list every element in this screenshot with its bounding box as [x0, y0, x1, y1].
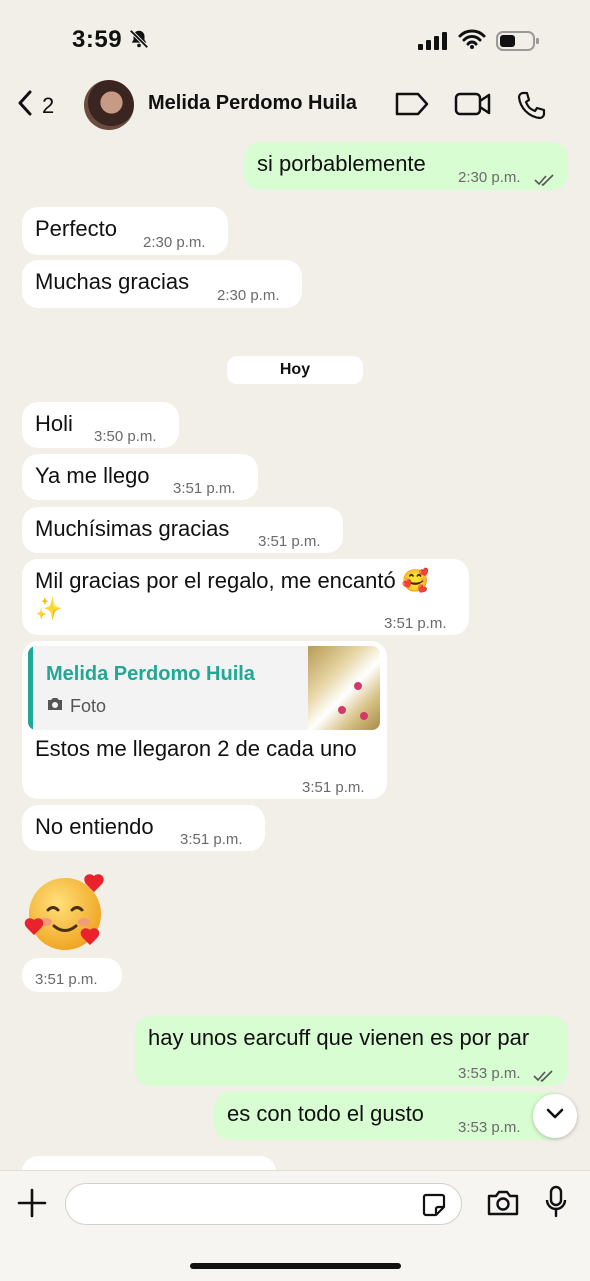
- message-time: 3:53 p.m.: [458, 1065, 521, 1082]
- message-incoming[interactable]: Holi 3:50 p.m.: [22, 402, 179, 448]
- battery-icon: [496, 30, 540, 57]
- camera-icon[interactable]: [486, 1189, 520, 1222]
- message-time: 3:51 p.m.: [258, 533, 321, 550]
- phone-icon[interactable]: [516, 90, 546, 125]
- quoted-message[interactable]: Melida Perdomo Huila Foto: [28, 646, 380, 730]
- message-incoming[interactable]: Mil gracias por el regalo, me encantó 🥰 …: [22, 559, 469, 635]
- avatar[interactable]: [84, 80, 134, 130]
- message-time: 3:51 p.m.: [35, 971, 98, 988]
- wifi-icon: [458, 28, 486, 55]
- thumbnail-detail: [360, 712, 368, 720]
- microphone-icon[interactable]: [544, 1185, 568, 1224]
- chevron-down-icon: [545, 1107, 565, 1126]
- back-button[interactable]: 2: [16, 90, 54, 122]
- message-incoming[interactable]: Muchísimas gracias 3:51 p.m.: [22, 507, 343, 553]
- message-outgoing[interactable]: si porbablemente 2:30 p.m.: [244, 142, 568, 190]
- message-text: Ya me llego: [35, 463, 150, 488]
- message-text: si porbablemente: [257, 151, 426, 176]
- quote-bar: [28, 646, 33, 730]
- double-check-icon: [533, 1062, 555, 1090]
- chat-header: 2 Melida Perdomo Huila: [0, 80, 590, 130]
- double-check-icon: [534, 166, 556, 194]
- message-time: 3:51 p.m.: [180, 831, 243, 848]
- quote-author: Melida Perdomo Huila: [46, 663, 255, 685]
- message-outgoing[interactable]: hay unos earcuff que vienen es por par 3…: [135, 1016, 568, 1086]
- message-text: hay unos earcuff que vienen es por par: [148, 1025, 530, 1050]
- message-text: Muchas gracias: [35, 269, 190, 294]
- unread-count: 2: [42, 93, 55, 118]
- message-text: es con todo el gusto: [227, 1101, 424, 1126]
- back-chevron-icon: [16, 90, 34, 122]
- status-bar: 3:59: [0, 0, 590, 80]
- day-separator: Hoy: [227, 356, 363, 384]
- message-incoming-partial[interactable]: [22, 1156, 276, 1170]
- message-time: 2:30 p.m.: [217, 287, 280, 304]
- message-incoming[interactable]: Muchas gracias 2:30 p.m.: [22, 260, 302, 308]
- message-time-bubble: 3:51 p.m.: [22, 958, 122, 992]
- bell-slash-icon: [128, 28, 150, 55]
- message-time: 3:51 p.m.: [384, 615, 447, 632]
- photo-thumbnail[interactable]: [308, 646, 380, 730]
- message-outgoing[interactable]: es con todo el gusto 3:53 p.m.: [214, 1092, 568, 1140]
- plus-icon[interactable]: [16, 1187, 48, 1224]
- message-incoming[interactable]: Ya me llego 3:51 p.m.: [22, 454, 258, 500]
- chat-area[interactable]: si porbablemente 2:30 p.m. Perfecto 2:30…: [0, 130, 590, 1170]
- message-text: Holi: [35, 411, 73, 436]
- video-call-icon[interactable]: [454, 90, 492, 123]
- message-text: Perfecto: [35, 216, 117, 241]
- message-time: 2:30 p.m.: [143, 234, 206, 251]
- quote-type: Foto: [46, 692, 106, 720]
- message-reply[interactable]: Melida Perdomo Huila Foto Estos me llega…: [22, 641, 387, 799]
- message-incoming[interactable]: No entiendo 3:51 p.m.: [22, 805, 265, 851]
- message-time: 2:30 p.m.: [458, 169, 521, 186]
- scroll-to-bottom-button[interactable]: [533, 1094, 577, 1138]
- sparkles-emoji: ✨: [35, 596, 63, 621]
- camera-icon: [46, 692, 64, 720]
- message-text: Mil gracias por el regalo, me encantó 🥰: [35, 568, 430, 593]
- status-time: 3:59: [72, 26, 123, 53]
- message-time: 3:50 p.m.: [94, 428, 157, 445]
- thumbnail-detail: [338, 706, 346, 714]
- smiling-face-hearts-emoji[interactable]: [22, 872, 112, 962]
- message-text: Muchísimas gracias: [35, 516, 230, 541]
- message-text: No entiendo: [35, 814, 154, 839]
- message-time: 3:51 p.m.: [173, 480, 236, 497]
- message-time: 3:51 p.m.: [302, 779, 365, 796]
- message-input[interactable]: [65, 1183, 462, 1226]
- message-incoming[interactable]: Perfecto 2:30 p.m.: [22, 207, 228, 255]
- message-time: 3:53 p.m.: [458, 1119, 521, 1136]
- message-text: Estos me llegaron 2 de cada uno: [35, 736, 357, 761]
- label-icon[interactable]: [394, 90, 430, 123]
- signal-icon: [418, 32, 448, 55]
- contact-name[interactable]: Melida Perdomo Huila: [148, 92, 357, 115]
- sticker-icon[interactable]: [421, 1192, 447, 1223]
- home-indicator: [190, 1263, 401, 1269]
- quote-type-label: Foto: [70, 696, 107, 716]
- thumbnail-detail: [354, 682, 362, 690]
- composer-bar: [0, 1170, 590, 1281]
- message-input-field[interactable]: [80, 1184, 404, 1226]
